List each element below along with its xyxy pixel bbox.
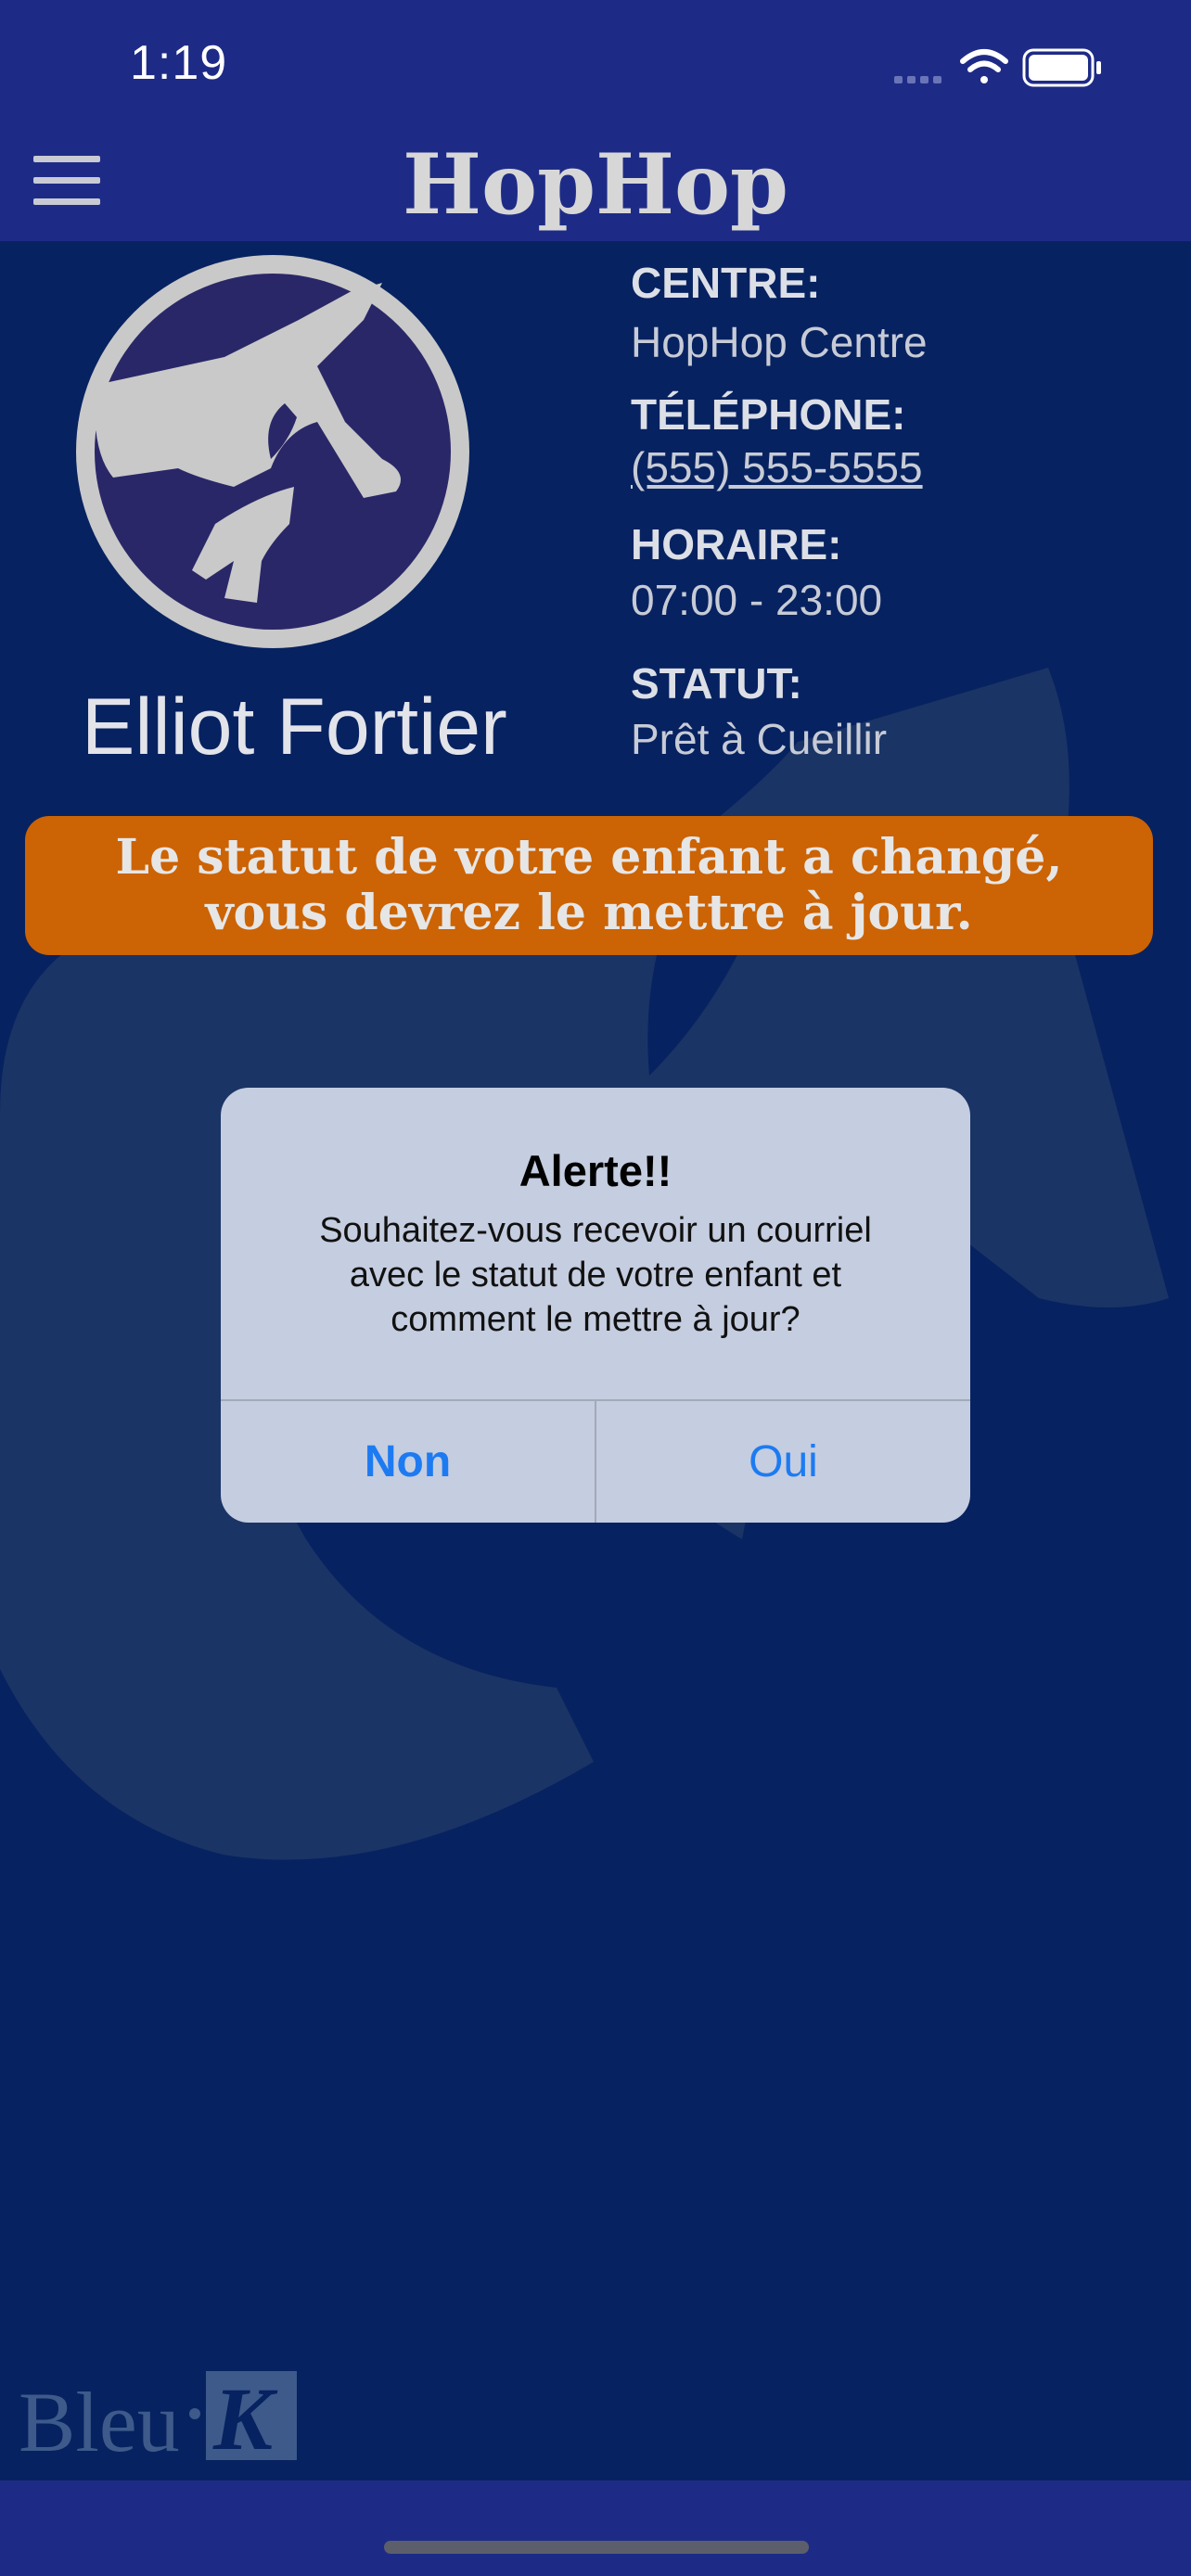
yes-button[interactable]: Oui [596, 1401, 970, 1523]
centre-label: CENTRE: [631, 259, 821, 307]
hours-value: 07:00 - 23:00 [631, 576, 883, 624]
dialog-message-line-2: avec le statut de votre enfant et [349, 1256, 842, 1294]
banner-line-2: vous devrez le mettre à jour. [205, 885, 973, 941]
bleuk-brand-logo: Bleu K [19, 2369, 297, 2462]
cellular-signal-icon [894, 76, 941, 83]
phone-link[interactable]: (555) 555-5555 [631, 442, 923, 492]
nav-bar: HopHop [0, 130, 1191, 241]
status-value: Prêt à Cueillir [631, 715, 888, 763]
brand-mark: K [212, 2369, 278, 2462]
app-title: HopHop [403, 135, 788, 234]
status-time: 1:19 [130, 36, 228, 90]
avatar [76, 255, 469, 648]
bottom-bar [0, 2480, 1191, 2576]
wifi-icon [960, 49, 1008, 83]
battery-icon [1022, 48, 1101, 87]
banner-line-1: Le statut de votre enfant a changé, [115, 829, 1063, 886]
alert-dialog: Alerte!! Souhaitez-vous recevoir un cour… [221, 1088, 970, 1523]
home-indicator[interactable] [384, 2541, 809, 2554]
status-changed-banner: Le statut de votre enfant a changé, vous… [25, 816, 1153, 955]
dialog-message: Souhaitez-vous recevoir un courriel avec… [258, 1208, 933, 1342]
centre-value: HopHop Centre [631, 318, 928, 366]
dialog-message-line-1: Souhaitez-vous recevoir un courriel [319, 1211, 872, 1250]
child-name: Elliot Fortier [82, 682, 507, 772]
brand-text: Bleu [19, 2375, 180, 2462]
dialog-title: Alerte!! [519, 1146, 672, 1195]
phone-label: TÉLÉPHONE: [631, 390, 906, 439]
status-bar: 1:19 [0, 0, 1191, 130]
dialog-message-line-3: comment le mettre à jour? [391, 1300, 800, 1339]
no-button[interactable]: Non [221, 1401, 595, 1523]
status-label: STATUT: [631, 659, 802, 708]
hours-label: HORAIRE: [631, 520, 842, 568]
status-icons [894, 48, 1101, 87]
